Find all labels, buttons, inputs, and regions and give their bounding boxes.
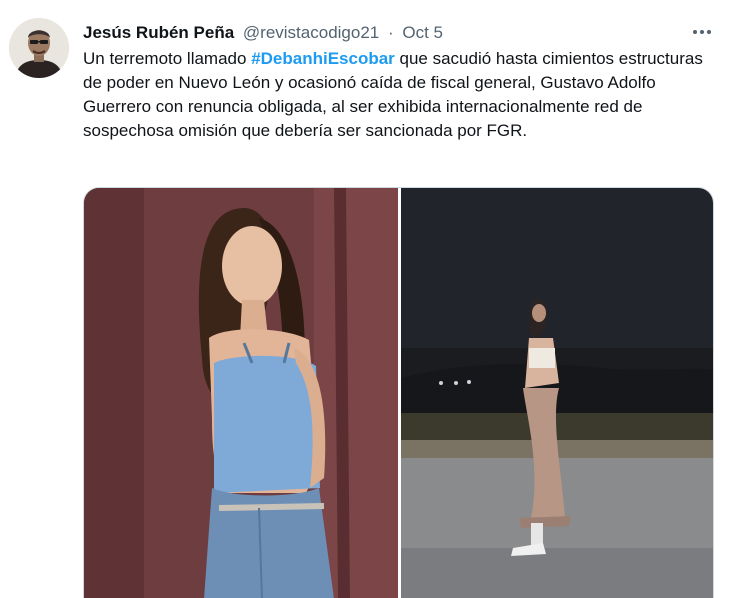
photo-right[interactable] [401, 188, 713, 598]
author-handle[interactable]: @revistacodigo21 [243, 23, 379, 42]
photo-left[interactable] [84, 188, 398, 598]
hashtag-link[interactable]: #DebanhiEscobar [251, 49, 395, 68]
tweet[interactable]: Jesús Rubén Peña @revistacodigo21 · Oct … [0, 0, 750, 598]
avatar[interactable] [9, 18, 69, 78]
more-options-button[interactable] [690, 20, 714, 44]
author-name[interactable]: Jesús Rubén Peña [83, 23, 234, 42]
tweet-text: Un terremoto llamado #DebanhiEscobar que… [83, 47, 723, 143]
tweet-text-start: Un terremoto llamado [83, 49, 252, 68]
separator-dot: · [387, 23, 394, 42]
tweet-header: Jesús Rubén Peña @revistacodigo21 · Oct … [83, 22, 710, 44]
tweet-media [83, 187, 714, 598]
more-options-icon [693, 30, 697, 34]
tweet-date[interactable]: Oct 5 [402, 23, 443, 42]
